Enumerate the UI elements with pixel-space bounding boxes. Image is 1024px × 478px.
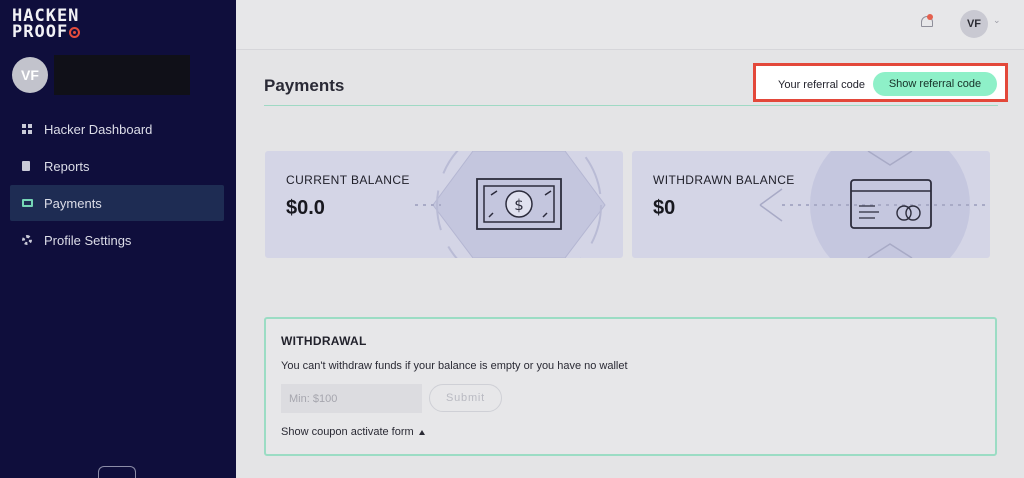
caret-up-icon [418,429,425,435]
sidebar-item-label: Reports [44,158,90,174]
sidebar-collapse-handle[interactable] [98,466,136,478]
gear-icon [22,235,32,245]
sidebar-item-profile-settings[interactable]: Profile Settings [10,222,224,258]
top-bar: VF ⌄ [236,0,1024,50]
chevron-down-icon[interactable]: ⌄ [993,15,1001,26]
credit-card-illustration [759,151,990,258]
logo-line-bottom: PROOF [12,22,122,42]
logo-line-bottom-text: PROOF [12,22,69,42]
document-icon [22,161,30,171]
withdrawal-panel: WITHDRAWAL You can't withdraw funds if y… [264,317,997,456]
svg-text:$: $ [514,196,524,214]
withdrawn-balance-value: $0 [653,197,676,219]
coupon-toggle-label: Show coupon activate form [281,426,414,438]
page-title: Payments [264,76,345,95]
notification-dot [927,14,933,20]
current-balance-value: $0.0 [286,197,325,219]
sidebar-nav: Hacker Dashboard Reports Payments Profil… [10,111,224,259]
sidebar-profile[interactable]: VF [12,55,190,95]
withdraw-amount-input[interactable] [281,384,422,413]
sidebar-item-reports[interactable]: Reports [10,148,224,184]
referral-code-panel: Your referral code Show referral code [753,63,1008,102]
show-referral-code-button[interactable]: Show referral code [873,72,997,96]
sidebar-item-label: Payments [44,195,102,211]
sidebar-item-label: Hacker Dashboard [44,121,153,137]
submit-button[interactable]: Submit [429,384,502,412]
referral-label: Your referral code [778,79,866,91]
bell-icon[interactable] [920,14,934,30]
show-coupon-form-toggle[interactable]: Show coupon activate form [281,426,425,438]
hackenproof-logo[interactable]: HACKEN PROOF [12,8,122,42]
dashboard-grid-icon [22,124,32,134]
user-avatar[interactable]: VF [960,10,988,38]
avatar[interactable]: VF [12,57,48,93]
sidebar-item-label: Profile Settings [44,232,132,248]
credit-card-icon [22,199,33,207]
withdrawal-message: You can't withdraw funds if your balance… [281,360,628,372]
current-balance-card: $ CURRENT BALANCE $0.0 [265,151,623,258]
current-balance-label: CURRENT BALANCE [286,173,410,187]
username-redacted [54,55,190,95]
withdrawn-balance-card: WITHDRAWN BALANCE $0 [632,151,990,258]
target-icon [69,27,81,38]
sidebar-item-hacker-dashboard[interactable]: Hacker Dashboard [10,111,224,147]
sidebar-item-payments[interactable]: Payments [10,185,224,221]
sidebar: HACKEN PROOF VF Hacker Dashboard Reports… [0,0,236,478]
withdrawal-title: WITHDRAWAL [281,334,367,348]
withdrawn-balance-label: WITHDRAWN BALANCE [653,173,795,187]
header-divider [264,105,998,106]
